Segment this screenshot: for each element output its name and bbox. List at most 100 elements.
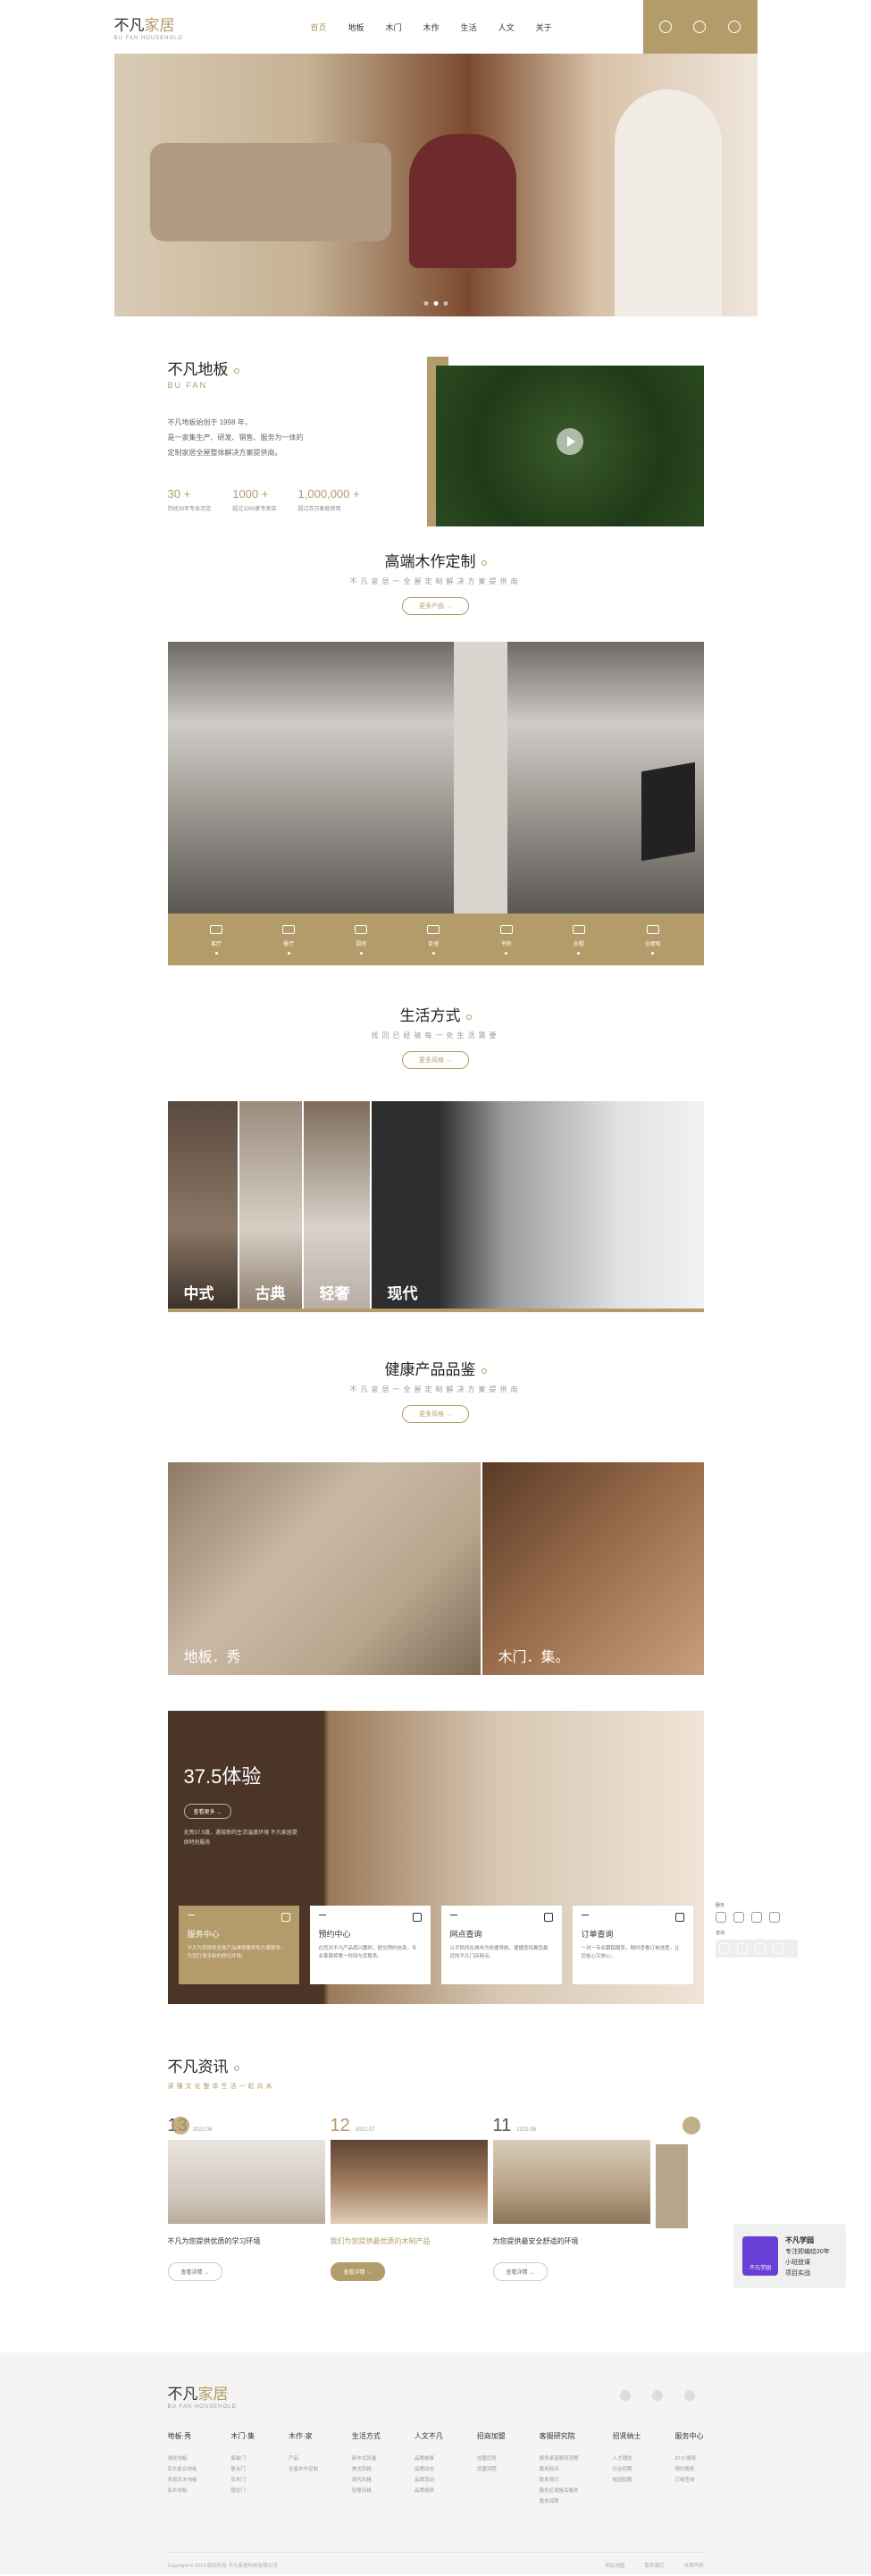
promo-widget[interactable]: 不凡学园 不凡学园 专注即编绘20年 小班授课 项目实战 [733,2224,846,2288]
table-icon [282,924,296,934]
news-thumbnail [492,2140,650,2224]
about-video[interactable] [426,357,704,526]
news-item[interactable]: 132022.08 不凡为您提供优质的学习环境 查看详情 → [167,2116,325,2281]
location-icon[interactable] [733,1912,744,1923]
floor-panel[interactable]: 地板．秀 [167,1462,481,1675]
footer-col: 招商加盟 加盟优势 加盟流程 [476,2432,506,2472]
news-thumbnail [167,2140,325,2224]
footer-link-contact[interactable]: 联系我们 [644,2562,664,2569]
site-footer: 不凡家居 BU FAN HOUSEHOLD 地板·秀 强化地板 实木复合地板 多层实木… [0,2353,871,2574]
news-detail-button[interactable]: 查看详情 → [330,2262,386,2281]
news-section: 不凡资讯 读懂文化整体生活一起向未 132022.08 不凡为您提供优质的学习环… [167,2054,704,2281]
about-stats: 30 + 历经30年专业沉淀 1000 + 超过1000家专卖店 1,000,000… [168,487,400,512]
news-detail-button[interactable]: 查看详情 → [167,2262,223,2281]
stat-item: 1,000,000 + 超过百万家庭使用 [297,487,360,512]
wechat-icon[interactable] [619,2390,631,2401]
nav-door[interactable]: 木门 [386,21,402,33]
service-card[interactable]: 网点查询 以手机所在城市为依据导航，便捷查找离您最近的不凡门店网点。 [440,1906,562,1984]
nav-about[interactable]: 关于 [536,21,552,33]
woodwork-more-button[interactable]: 更多产品 → [402,597,469,615]
next-arrow-icon[interactable] [682,2117,700,2134]
room-tab-living[interactable]: 客厅 [210,924,223,955]
footer-col: 地板·秀 强化地板 实木复合地板 多层实木地板 实木地板 [167,2432,197,2494]
room-tab-kitchen[interactable]: 厨房 [355,924,368,955]
service-card[interactable]: 预约中心 在您对不凡产品感兴趣时，提交预约信息，专业客服将第一时间与您联系。 [309,1906,431,1984]
side-label-consult: 咨询 [716,1931,725,1936]
user-icon[interactable] [728,21,741,33]
order-icon[interactable] [769,1912,780,1923]
school-logo-icon: 不凡学园 [742,2236,778,2276]
prev-arrow-icon[interactable] [171,2117,189,2134]
footer-col: 木门·集 套装门 复合门 实木门 隐形门 [230,2432,255,2494]
share-icon[interactable] [658,21,672,33]
room-tab-closet[interactable]: 衣帽 [572,924,585,955]
sofa-icon [210,924,223,934]
footer-col: 生活方式 新中式风格 美式风格 现代风格 轻奢风格 [351,2432,381,2494]
play-icon[interactable] [556,428,583,455]
service-card[interactable]: 服务中心 不凡为您提供全面产品维修服务和方案服务，为您打造全新的居住环境。 [178,1906,299,1984]
chat-icon[interactable] [719,1943,730,1954]
about-desc: 不凡地板始创于 1998 年， 是一家集生产、研发、销售、服务为一体的 定制家居… [167,418,304,457]
nav-floor[interactable]: 地板 [348,21,364,33]
woodwork-title: 高端木作定制 [0,549,871,571]
hanger-icon [572,924,585,934]
side-icons-row-gray [716,1940,798,1957]
style-modern[interactable]: 现代 [371,1101,704,1312]
site-logo[interactable]: 不凡家居 BU FAN HOUSEHOLD [114,13,222,41]
phone-icon[interactable] [737,1943,748,1954]
door-panel[interactable]: 木门．集。 [482,1462,704,1675]
person-icon[interactable] [716,1912,726,1923]
service-cards: 服务中心 不凡为您提供全面产品维修服务和方案服务，为您打造全新的居住环境。 预约中… [178,1906,693,1984]
side-icons-row [716,1912,798,1923]
nav-culture[interactable]: 人文 [498,21,515,33]
health-more-button[interactable]: 更多风格 → [402,1405,469,1423]
qrcode-icon[interactable] [755,1943,766,1954]
style-chinese[interactable]: 中式 [167,1101,238,1312]
news-subtitle: 读懂文化整体生活一起向未 [167,2084,275,2090]
carousel-dot[interactable] [433,301,438,306]
logo-text-b: 家居 [144,17,175,34]
style-classic[interactable]: 古典 [239,1101,302,1312]
experience-title: 37.5体验 [183,1765,262,1788]
room-tab-bedroom[interactable]: 卧室 [427,924,440,955]
search-icon[interactable] [693,21,707,33]
experience-section: 37.5体验 查看更多 → 无畏37.5度，遇接新的生活温度环境 不凡家居提供特… [167,1711,704,2004]
weibo-icon[interactable] [651,2390,663,2401]
carousel-dot[interactable] [423,301,428,306]
service-card[interactable]: 订单查询 一对一专业跟踪服务，随时查看订单进度，让您省心又放心。 [572,1906,693,1984]
lifestyle-more-button[interactable]: 更多风格 → [402,1051,469,1069]
footer-col: 客服研究院 服务承诺服务流程 服务网点 联系我们 服务区域售后服务 服务保障 [539,2432,579,2504]
woodwork-showcase: 客厅 餐厅 厨房 卧室 书房 衣帽 全屋柜 [167,642,704,965]
woodwork-subtitle: 不凡家居一全屋定制解决方案提供商 [349,577,522,585]
footer-logo[interactable]: 不凡家居 BU FAN HOUSEHOLD [168,2381,275,2410]
style-luxury[interactable]: 轻奢 [303,1101,370,1312]
news-next-preview [655,2144,688,2228]
news-item[interactable]: 11 2022.06 为您提供最安全舒适的环境 查看详情 → [492,2116,650,2281]
room-tab-cabinet[interactable]: 全屋柜 [645,924,661,955]
header-tools [642,0,758,54]
site-header: 不凡家居 BU FAN HOUSEHOLD 首页 地板 木门 木作 生活 人文 … [0,0,871,54]
room-tab-study[interactable]: 书房 [499,924,513,955]
experience-more-button[interactable]: 查看更多 → [183,1804,232,1819]
side-widget: 服务 咨询 [716,1902,798,1965]
nav-life[interactable]: 生活 [461,21,477,33]
douyin-icon[interactable] [683,2390,695,2401]
social-links [619,2390,695,2401]
top-icon[interactable] [773,1943,783,1954]
desk-icon [499,924,513,934]
calendar-icon[interactable] [751,1912,762,1923]
carousel-dot[interactable] [443,301,448,306]
news-item[interactable]: 12 2022.07 我们为您提供最优质的木制产品 查看详情 → [330,2116,488,2281]
experience-desc: 无畏37.5度，遇接新的生活温度环境 不凡家居提供特别服务 [183,1831,297,1846]
promo-line: 专注即编绘20年 [785,2248,830,2255]
nav-woodwork[interactable]: 木作 [423,21,440,33]
woodwork-image [167,642,704,913]
lifestyle-title: 生活方式 [0,1003,871,1025]
room-tab-dining[interactable]: 餐厅 [282,924,296,955]
news-detail-button[interactable]: 查看详情 → [492,2262,549,2281]
hero-banner[interactable] [113,54,758,316]
stat-item: 30 + 历经30年专业沉淀 [167,487,212,512]
nav-home[interactable]: 首页 [311,21,327,33]
footer-link-sitemap[interactable]: 网站地图 [605,2562,624,2569]
footer-link-legal[interactable]: 法律声明 [683,2562,703,2569]
